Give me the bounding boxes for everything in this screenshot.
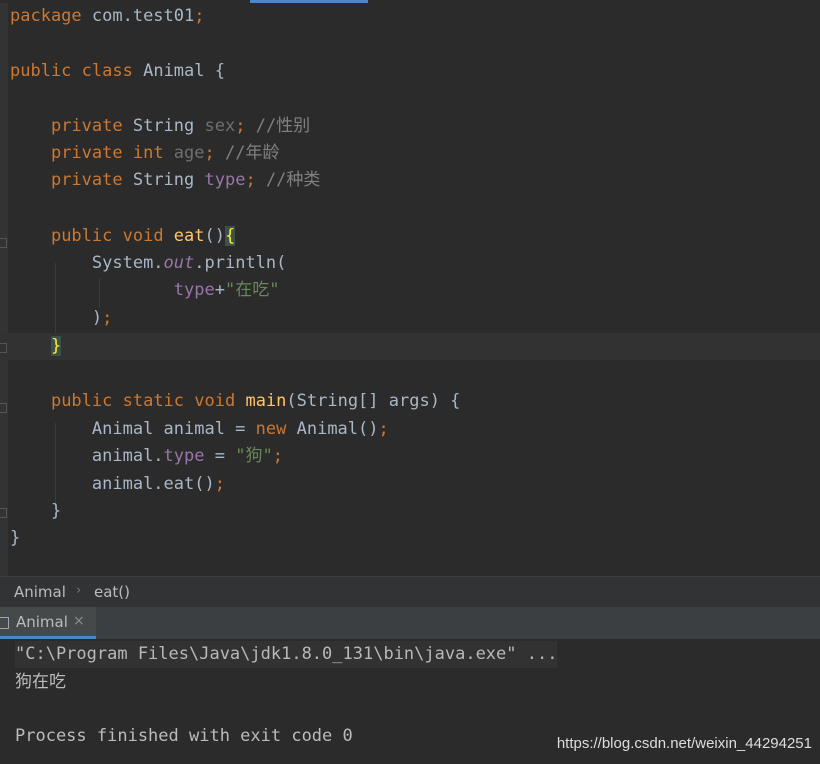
code-line-10: System.out.println( xyxy=(91,253,287,273)
code-line-11: type+"在吃" xyxy=(173,280,280,300)
console-output-line: 狗在吃 xyxy=(15,672,66,692)
run-tool-window-tabs: Animal × xyxy=(0,607,820,639)
chevron-right-icon: › xyxy=(76,583,82,598)
close-icon[interactable]: × xyxy=(73,613,85,629)
code-line-1: package com.test01; xyxy=(10,6,205,26)
code-line-9: public void eat(){ xyxy=(50,226,236,246)
tab-label: Animal xyxy=(16,613,68,631)
fold-marker-icon[interactable] xyxy=(0,403,7,413)
editor-gutter xyxy=(0,3,8,576)
console-icon xyxy=(0,617,9,629)
fold-marker-icon[interactable] xyxy=(0,508,7,518)
code-line-5: private String sex; //性别 xyxy=(50,116,311,136)
code-line-17: animal.type = "狗"; xyxy=(91,446,283,466)
breadcrumb-class[interactable]: Animal xyxy=(14,583,66,601)
tab-run-animal[interactable]: Animal × xyxy=(0,607,96,639)
console-exit-line: Process finished with exit code 0 xyxy=(15,726,353,746)
breadcrumb-method[interactable]: eat() xyxy=(94,583,130,601)
code-line-12: ); xyxy=(91,308,113,328)
code-line-15: public static void main(String[] args) { xyxy=(50,391,461,411)
fold-marker-icon[interactable] xyxy=(0,343,7,353)
code-line-3: public class Animal { xyxy=(10,61,225,81)
watermark: https://blog.csdn.net/weixin_44294251 xyxy=(556,735,812,752)
code-line-13: } xyxy=(50,336,62,356)
code-line-16: Animal animal = new Animal(); xyxy=(91,419,389,439)
breadcrumb: Animal › eat() xyxy=(0,576,820,607)
code-line-19: } xyxy=(50,501,62,521)
code-line-6: private int age; //年龄 xyxy=(50,143,280,163)
code-line-18: animal.eat(); xyxy=(91,474,225,494)
current-line-highlight xyxy=(0,333,820,360)
console-command-line: "C:\Program Files\Java\jdk1.8.0_131\bin\… xyxy=(15,641,558,668)
code-editor[interactable]: package com.test01; public class Animal … xyxy=(0,3,820,576)
code-line-7: private String type; //种类 xyxy=(50,170,321,190)
fold-marker-icon[interactable] xyxy=(0,238,7,248)
code-line-20: } xyxy=(10,528,21,548)
